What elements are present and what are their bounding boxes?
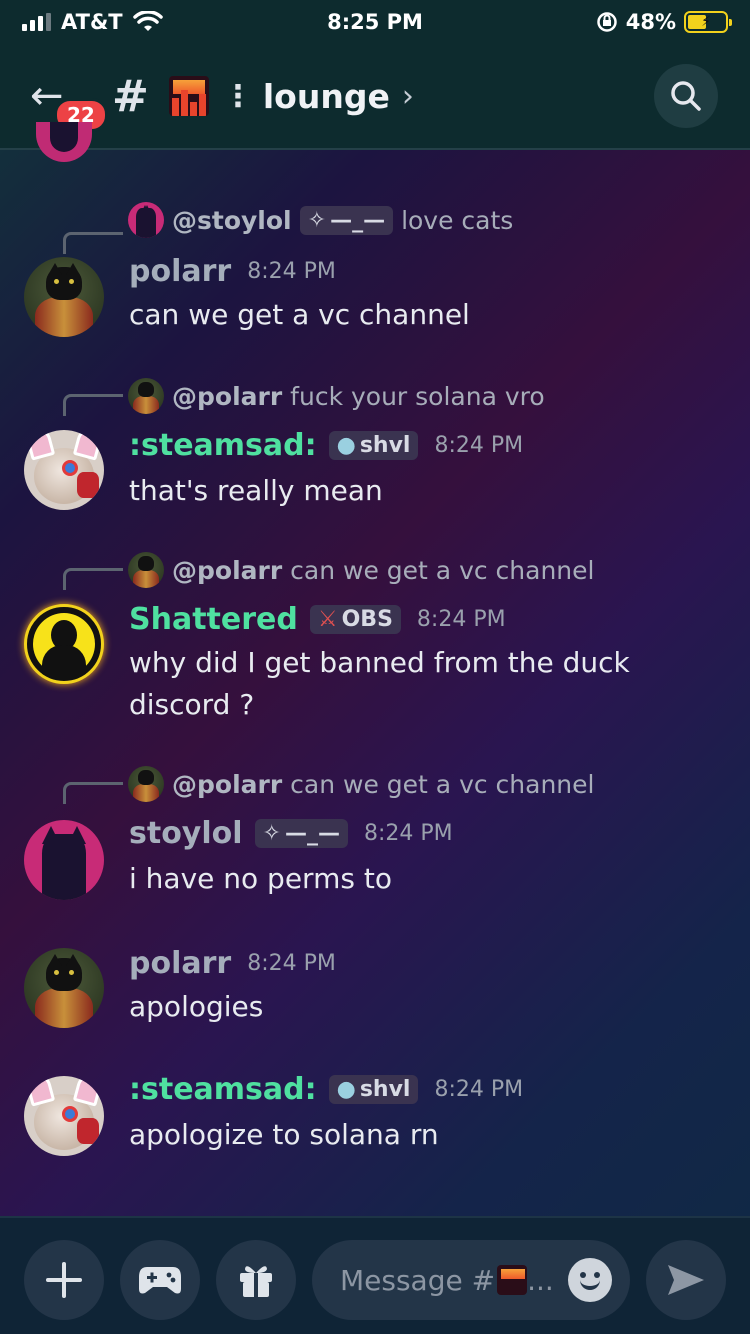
message-list[interactable]: @stoylol ✧ —_— love cats polarr 8:24 PM c… xyxy=(0,122,750,1216)
timestamp: 8:24 PM xyxy=(247,259,336,284)
avatar[interactable] xyxy=(24,257,104,337)
avatar[interactable] xyxy=(36,122,92,162)
plus-icon xyxy=(46,1262,82,1298)
orientation-lock-icon xyxy=(596,12,617,32)
back-button[interactable]: ← 22 xyxy=(30,66,108,132)
droplet-icon: ● xyxy=(336,433,356,458)
sparkle-icon: ✧ xyxy=(262,821,281,846)
timestamp: 8:24 PM xyxy=(416,607,506,632)
send-icon xyxy=(668,1265,704,1295)
search-button[interactable] xyxy=(654,64,718,128)
timestamp: 8:24 PM xyxy=(434,1077,524,1102)
role-tag: ● shvl xyxy=(328,1075,419,1104)
gift-button[interactable] xyxy=(216,1240,296,1320)
role-tag: ● shvl xyxy=(328,431,419,460)
timestamp: 8:24 PM xyxy=(363,821,453,846)
timestamp: 8:24 PM xyxy=(247,951,336,976)
message-text: i have no perms to xyxy=(129,862,392,895)
message-text: apologize to solana rn xyxy=(129,1118,439,1151)
status-bar: AT&T 8:25 PM 48% ⚡ xyxy=(0,0,750,44)
avatar[interactable] xyxy=(24,430,104,510)
send-button[interactable] xyxy=(646,1240,726,1320)
reply-preview[interactable]: @polarr fuck your solana vro xyxy=(128,378,545,414)
avatar xyxy=(128,202,164,238)
message-text: can we get a vc channel xyxy=(129,298,470,331)
reply-author: @polarr xyxy=(172,381,283,411)
add-attachment-button[interactable] xyxy=(24,1240,104,1320)
wifi-icon xyxy=(132,11,163,31)
username[interactable]: polarr xyxy=(129,254,231,289)
city-sunset-emoji-icon xyxy=(497,1265,528,1295)
battery-percent: 48% xyxy=(625,10,676,34)
sword-icon: ⚔ xyxy=(317,607,338,632)
role-tag: ✧ —_— xyxy=(299,205,394,235)
reply-preview[interactable]: @polarr can we get a vc channel xyxy=(128,766,594,802)
channel-name[interactable]: lounge xyxy=(263,77,390,116)
timestamp: 8:24 PM xyxy=(434,433,524,458)
username[interactable]: Shattered xyxy=(129,602,298,637)
reply-text: can we get a vc channel xyxy=(290,555,595,585)
username[interactable]: :steamsad: xyxy=(129,428,317,463)
message-text: why did I get banned from the duck disco… xyxy=(129,646,630,721)
gift-icon xyxy=(240,1266,272,1297)
username[interactable]: polarr xyxy=(129,946,231,981)
avatar[interactable] xyxy=(24,604,104,684)
reply-author: @stoylol xyxy=(172,205,292,235)
signal-icon xyxy=(22,13,51,31)
composer-bar: Message # ... xyxy=(0,1216,750,1334)
reply-text: love cats xyxy=(401,205,514,235)
reply-preview[interactable]: @polarr can we get a vc channel xyxy=(128,552,594,588)
message-placeholder: Message # xyxy=(340,1263,496,1297)
search-icon xyxy=(671,81,701,111)
message-text: that's really mean xyxy=(129,474,383,507)
reply-author: @polarr xyxy=(172,555,283,585)
battery-charging-icon: ⚡ xyxy=(684,11,732,33)
message-text: apologies xyxy=(129,990,264,1023)
reply-author: @polarr xyxy=(172,769,283,799)
reply-text: fuck your solana vro xyxy=(290,381,545,411)
avatar xyxy=(128,766,164,802)
role-tag: ✧ —_— xyxy=(254,819,348,848)
city-sunset-emoji-icon xyxy=(168,76,209,116)
activities-button[interactable] xyxy=(120,1240,200,1320)
droplet-icon: ● xyxy=(336,1077,356,1102)
channel-header: ← 22 # ⋮ lounge › xyxy=(0,44,750,150)
role-tag: ⚔ OBS xyxy=(309,605,401,634)
reply-text: can we get a vc channel xyxy=(290,769,595,799)
avatar[interactable] xyxy=(24,1076,104,1156)
message-input[interactable]: Message # ... xyxy=(312,1240,630,1320)
reply-preview[interactable]: @stoylol ✧ —_— love cats xyxy=(128,202,513,238)
username[interactable]: stoylol xyxy=(129,816,243,851)
channel-hash-icon: # xyxy=(112,70,149,122)
avatar xyxy=(128,378,164,414)
placeholder-ellipsis: ... xyxy=(527,1263,554,1297)
channel-separator: ⋮ xyxy=(222,78,253,114)
chevron-right-icon[interactable]: › xyxy=(402,79,414,114)
avatar[interactable] xyxy=(24,820,104,900)
carrier-label: AT&T xyxy=(61,10,123,34)
username[interactable]: :steamsad: xyxy=(129,1072,317,1107)
clock: 8:25 PM xyxy=(327,10,423,34)
sparkle-icon: ✧ xyxy=(307,207,327,233)
avatar[interactable] xyxy=(24,948,104,1028)
avatar xyxy=(128,552,164,588)
gamepad-icon xyxy=(139,1267,181,1294)
emoji-picker-button[interactable] xyxy=(568,1258,612,1302)
